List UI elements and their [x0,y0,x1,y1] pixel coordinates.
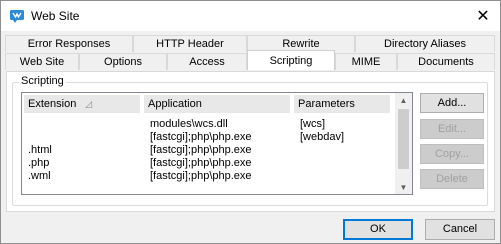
cell-application: [fastcgi];php\php.exe [150,144,252,156]
tab-directory-aliases[interactable]: Directory Aliases [355,35,495,52]
scripting-group-label: Scripting [19,75,66,87]
sort-ascending-icon: ◿ [85,99,92,109]
cell-extension: .php [28,157,50,169]
scripting-panel: Scripting Extension ◿ Application Parame… [6,71,495,212]
cell-application: [fastcgi];php\php.exe [150,131,252,143]
tab-documents[interactable]: Documents [397,53,495,70]
column-header-application-label: Application [148,98,202,110]
table-row[interactable]: modules\wcs.dll [wcs] [22,118,396,131]
table-row[interactable]: .html [fastcgi];php\php.exe [22,144,396,157]
copy-button[interactable]: Copy... [420,144,484,164]
cell-application: modules\wcs.dll [150,118,228,130]
column-header-extension[interactable]: Extension ◿ [24,95,140,113]
dialog-window: Web Site ✕ Error Responses HTTP Header R… [0,0,501,244]
ok-button[interactable]: OK [343,219,413,240]
close-icon: ✕ [476,8,490,25]
add-button[interactable]: Add... [420,93,484,113]
tab-access[interactable]: Access [167,53,247,70]
tab-scripting[interactable]: Scripting [247,50,335,70]
edit-button[interactable]: Edit... [420,119,484,139]
website-icon [10,10,24,23]
table-row[interactable]: [fastcgi];php\php.exe [webdav] [22,131,396,144]
scroll-thumb[interactable] [398,109,409,169]
column-header-application[interactable]: Application [144,95,290,113]
tab-mime[interactable]: MIME [335,53,397,70]
scroll-down-icon[interactable]: ▼ [395,180,412,194]
window-title: Web Site [31,9,80,23]
tab-web-site[interactable]: Web Site [5,53,79,70]
vertical-scrollbar[interactable]: ▲ ▼ [395,93,412,194]
cell-parameters: [webdav] [300,131,345,143]
tab-error-responses[interactable]: Error Responses [5,35,133,52]
column-header-parameters-label: Parameters [298,98,355,110]
column-header-extension-label: Extension [28,98,77,110]
cell-application: [fastcgi];php\php.exe [150,170,252,182]
table-row[interactable]: .wml [fastcgi];php\php.exe [22,170,396,183]
script-mappings-list[interactable]: Extension ◿ Application Parameters modul… [21,92,413,195]
delete-button[interactable]: Delete [420,169,484,189]
cell-parameters: [wcs] [300,118,326,130]
column-header-parameters[interactable]: Parameters [294,95,390,113]
cell-extension: .html [28,144,52,156]
table-row[interactable]: .php [fastcgi];php\php.exe [22,157,396,170]
cancel-button[interactable]: Cancel [425,219,495,240]
scroll-up-icon[interactable]: ▲ [395,93,412,107]
close-button[interactable]: ✕ [472,5,494,27]
title-bar: Web Site ✕ [1,1,500,31]
tab-options[interactable]: Options [79,53,167,70]
cell-application: [fastcgi];php\php.exe [150,157,252,169]
cell-extension: .wml [28,170,51,182]
tab-http-header[interactable]: HTTP Header [133,35,247,52]
